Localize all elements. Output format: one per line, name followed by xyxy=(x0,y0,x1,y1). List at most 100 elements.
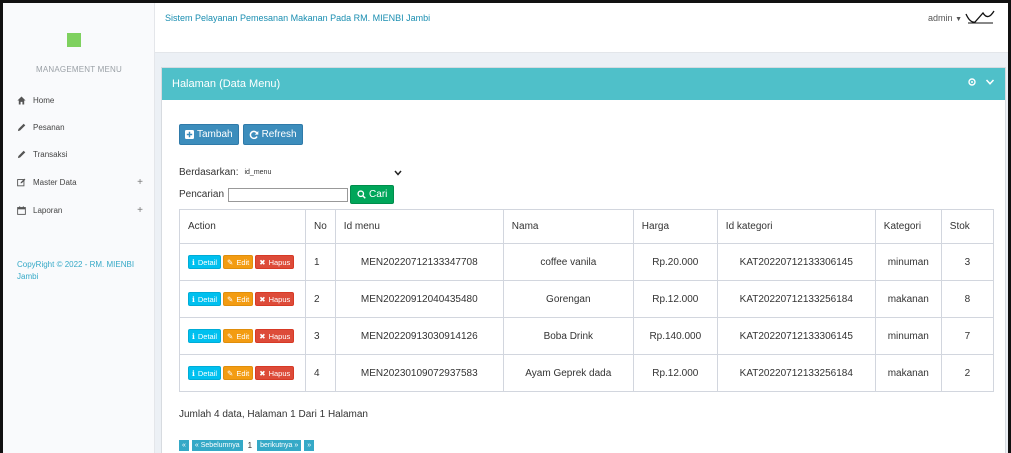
cell-id-kategori: KAT20220712133256184 xyxy=(716,280,876,318)
delete-button[interactable]: ✖ Hapus xyxy=(255,329,295,343)
user-menu[interactable]: admin ▼ xyxy=(928,13,962,23)
refresh-icon xyxy=(249,130,258,139)
cell-harga: Rp.140.000 xyxy=(632,317,718,355)
cell-kategori: makanan xyxy=(874,354,942,392)
page-title: Halaman (Data Menu) xyxy=(172,78,281,90)
edit-button[interactable]: ✎ Edit xyxy=(223,329,254,343)
cell-stok: 8 xyxy=(940,280,995,318)
edit-button[interactable]: ✎ Edit xyxy=(223,366,254,380)
sidebar-item-transaksi[interactable]: Transaksi xyxy=(17,146,143,162)
caret-down-icon: ▼ xyxy=(955,16,962,23)
cell-nama: coffee vanila xyxy=(502,243,634,281)
edit-button[interactable]: ✎ Edit xyxy=(223,292,254,306)
cell-kategori: minuman xyxy=(874,243,942,281)
edit-icon: ✎ xyxy=(227,257,234,267)
settings-icon[interactable] xyxy=(967,77,977,87)
user-signature-icon xyxy=(965,10,995,24)
sidebar-heading: MANAGEMENT MENU xyxy=(36,65,122,74)
summary-text: Jumlah 4 data, Halaman 1 Dari 1 Halaman xyxy=(179,409,368,420)
col-stok: Stok xyxy=(940,209,995,244)
cell-nama: Boba Drink xyxy=(502,317,634,355)
sidebar-item-pesanan[interactable]: Pesanan xyxy=(17,119,143,135)
detail-button[interactable]: ℹ Detail xyxy=(188,366,222,380)
cell-nama: Ayam Geprek dada xyxy=(502,354,634,392)
cell-id-menu: MEN20230109072937583 xyxy=(334,354,504,392)
topbar: Sistem Pelayanan Pemesanan Makanan Pada … xyxy=(155,3,1008,53)
cell-id-menu: MEN20220712133347708 xyxy=(334,243,504,281)
cell-harga: Rp.12.000 xyxy=(632,280,718,318)
app-window: MANAGEMENT MENU Home Pesanan Transaksi M… xyxy=(0,0,1011,453)
edit-icon: ✎ xyxy=(227,331,234,341)
cell-kategori: makanan xyxy=(874,280,942,318)
box-header: Halaman (Data Menu) xyxy=(162,68,1005,100)
first-page-button[interactable]: « xyxy=(179,440,189,451)
search-input[interactable] xyxy=(228,187,349,202)
sidebar-item-master-data[interactable]: Master Data + xyxy=(17,174,143,190)
col-nama: Nama xyxy=(502,209,634,244)
close-icon: ✖ xyxy=(259,368,266,378)
cell-id-menu: MEN20220912040435480 xyxy=(334,280,504,318)
cell-id-kategori: KAT20220712133306145 xyxy=(716,243,876,281)
table-row: ℹ Detail ✎ Edit ✖ Hapus 4 MEN20230109072937… xyxy=(179,354,995,392)
close-icon: ✖ xyxy=(259,257,266,267)
sidebar-item-label: Transaksi xyxy=(33,149,68,159)
cell-id-menu: MEN20220913030914126 xyxy=(334,317,504,355)
sidebar-item-label: Pesanan xyxy=(33,122,65,132)
sidebar-item-label: Laporan xyxy=(33,205,63,215)
cell-no: 4 xyxy=(305,354,336,392)
sidebar: MANAGEMENT MENU Home Pesanan Transaksi M… xyxy=(3,3,155,453)
app-title: Sistem Pelayanan Pemesanan Makanan Pada … xyxy=(165,13,431,23)
search-button[interactable]: Cari xyxy=(350,185,395,204)
next-page-button[interactable]: berikutnya » xyxy=(257,440,302,451)
cell-stok: 2 xyxy=(940,354,995,392)
edit-button[interactable]: ✎ Edit xyxy=(223,255,254,269)
last-page-button[interactable]: » xyxy=(304,440,315,451)
table-row: ℹ Detail ✎ Edit ✖ Hapus 2 MEN20220912040435… xyxy=(179,280,995,318)
col-no: No xyxy=(305,209,336,244)
delete-button[interactable]: ✖ Hapus xyxy=(255,292,295,306)
box-tools xyxy=(967,77,995,87)
col-kategori: Kategori xyxy=(874,209,942,244)
sidebar-item-laporan[interactable]: Laporan + xyxy=(17,202,143,218)
filter-row: Berdasarkan: id_menu xyxy=(179,166,404,179)
sidebar-item-home[interactable]: Home xyxy=(17,92,143,108)
prev-page-button[interactable]: « Sebelumnya xyxy=(191,440,243,451)
logo-icon xyxy=(67,33,81,47)
edit-icon: ✎ xyxy=(227,294,234,304)
chevron-down-icon xyxy=(394,170,403,176)
pagination: « « Sebelumnya 1 berikutnya » » xyxy=(179,440,315,451)
cell-no: 3 xyxy=(305,317,336,355)
user-name: admin xyxy=(928,13,953,23)
detail-button[interactable]: ℹ Detail xyxy=(188,255,222,269)
pencil-icon xyxy=(17,123,33,132)
detail-button[interactable]: ℹ Detail xyxy=(188,329,222,343)
content-box: Halaman (Data Menu) Tambah Refresh Berda… xyxy=(161,67,1006,453)
info-icon: ℹ xyxy=(192,368,195,378)
close-icon: ✖ xyxy=(259,294,266,304)
col-action: Action xyxy=(179,209,306,244)
pencil-icon xyxy=(17,150,33,159)
cell-id-kategori: KAT20220712133306145 xyxy=(716,317,876,355)
search-label: Pencarian xyxy=(179,189,225,200)
search-icon xyxy=(357,190,366,199)
table-header-row: Action No Id menu Nama Harga Id kategori… xyxy=(179,209,995,244)
chevron-down-icon[interactable] xyxy=(985,77,995,87)
plus-square-icon xyxy=(185,130,194,139)
col-harga: Harga xyxy=(632,209,718,244)
filter-select[interactable]: id_menu xyxy=(242,166,404,179)
cell-stok: 7 xyxy=(940,317,995,355)
expand-icon: + xyxy=(137,176,143,188)
current-page: 1 xyxy=(247,441,253,450)
search-row: Pencarian Cari xyxy=(179,185,395,204)
cell-harga: Rp.20.000 xyxy=(632,243,718,281)
calendar-icon xyxy=(17,205,33,215)
delete-button[interactable]: ✖ Hapus xyxy=(255,255,295,269)
cell-id-kategori: KAT20220712133256184 xyxy=(716,354,876,392)
expand-icon: + xyxy=(137,204,143,216)
add-button[interactable]: Tambah xyxy=(179,124,239,145)
cell-nama: Gorengan xyxy=(502,280,634,318)
refresh-button[interactable]: Refresh xyxy=(242,124,303,145)
detail-button[interactable]: ℹ Detail xyxy=(188,292,222,306)
close-icon: ✖ xyxy=(259,331,266,341)
delete-button[interactable]: ✖ Hapus xyxy=(255,366,295,380)
